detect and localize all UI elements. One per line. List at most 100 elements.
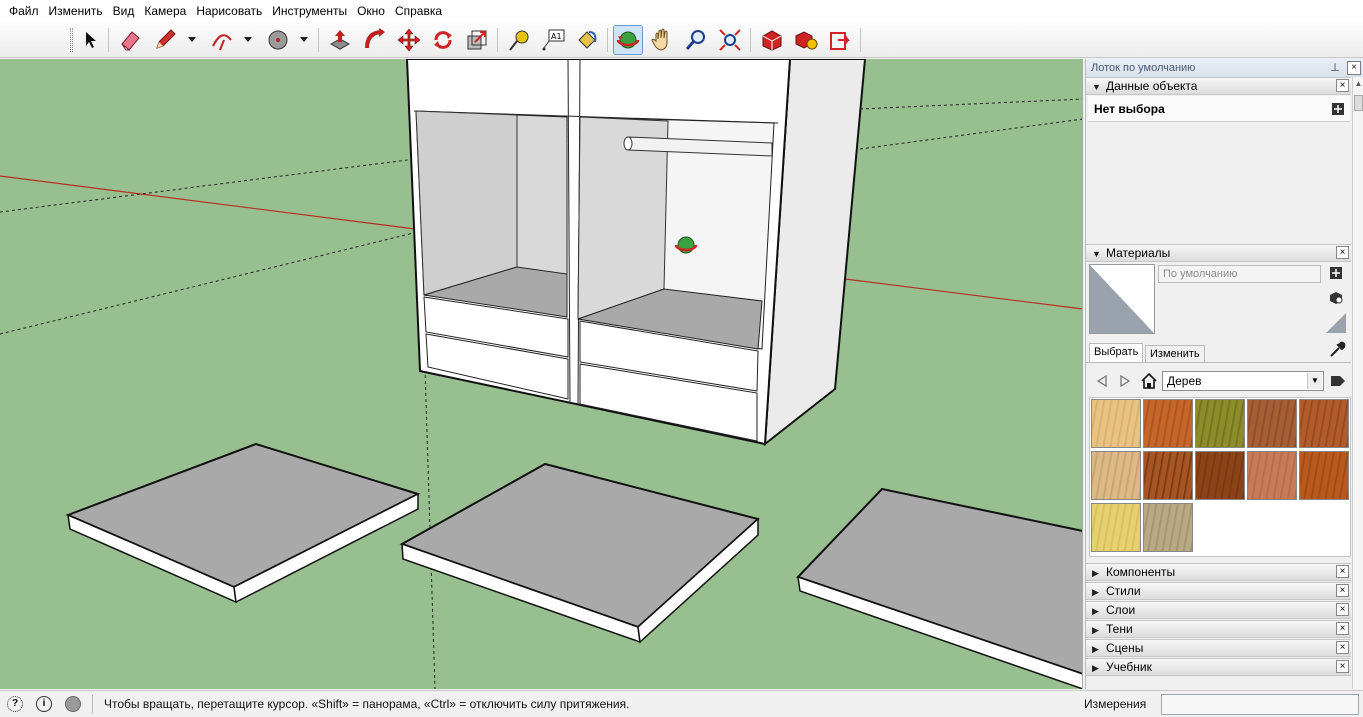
geolocation-icon[interactable]: ? [7,696,23,712]
menu-file[interactable]: Файл [4,0,44,22]
shape-tool-button[interactable] [263,25,293,55]
material-swatch[interactable] [1299,399,1349,448]
material-library-select[interactable]: Дерев ▼ [1162,371,1324,391]
components-button[interactable] [791,25,821,55]
loose-panel[interactable] [399,462,761,644]
materials-header[interactable]: ▼ Материалы × [1086,244,1351,262]
follow-me-tool-button[interactable] [360,25,390,55]
details-toggle-icon[interactable] [1330,101,1346,117]
material-swatch[interactable] [1143,451,1193,500]
toolbar-separator [108,28,109,52]
menu-window[interactable]: Окно [352,0,390,22]
send-to-layout-button[interactable] [825,25,855,55]
material-swatch[interactable] [1195,451,1245,500]
tray-close-button[interactable]: × [1347,61,1361,75]
tab-edit[interactable]: Изменить [1145,345,1205,363]
menu-tools[interactable]: Инструменты [267,0,352,22]
create-material-icon[interactable] [1328,265,1344,281]
panel-header-collapsed[interactable]: ▶ Тени × [1086,620,1351,638]
rotate-tool-button[interactable] [428,25,458,55]
arc-tool-button[interactable] [207,25,237,55]
toolbar-separator [750,28,751,52]
scale-tool-button[interactable] [462,25,492,55]
chevron-down-icon[interactable]: ▼ [1307,373,1322,389]
menu-edit[interactable]: Изменить [44,0,108,22]
green-axis-dashed [0,158,416,213]
close-icon[interactable]: × [1336,603,1349,616]
pencil-tool-button[interactable] [150,25,180,55]
status-hint: Чтобы вращать, перетащите курсор. «Shift… [104,697,630,711]
select-tool-button[interactable] [75,25,105,55]
material-preview [1089,264,1155,334]
eraser-tool-button[interactable] [115,25,145,55]
menu-draw[interactable]: Нарисовать [191,0,267,22]
home-icon[interactable] [1140,372,1158,390]
orbit-tool-button[interactable] [613,25,643,55]
tab-select[interactable]: Выбрать [1089,343,1144,363]
chevron-down-icon[interactable] [187,34,197,44]
loose-panel[interactable] [796,487,1083,689]
material-swatch[interactable] [1091,399,1141,448]
text-tool-button[interactable]: A1 [538,25,568,55]
close-icon[interactable]: × [1336,584,1349,597]
zoom-tool-button[interactable] [681,25,711,55]
close-icon[interactable]: × [1336,622,1349,635]
forward-arrow-icon[interactable] [1117,373,1133,389]
material-swatch[interactable] [1143,399,1193,448]
scroll-up-icon[interactable]: ▲ [1354,79,1363,91]
panel-header-collapsed[interactable]: ▶ Компоненты × [1086,563,1351,581]
orbit-icon [616,31,640,49]
drawing-viewport[interactable] [0,59,1083,689]
arc-icon [212,34,232,51]
back-arrow-icon[interactable] [1094,373,1110,389]
paint-sample-icon[interactable] [1328,289,1344,305]
close-icon[interactable]: × [1336,79,1349,92]
3d-warehouse-button[interactable] [757,25,787,55]
panel-header-collapsed[interactable]: ▶ Учебник × [1086,658,1351,676]
user-icon[interactable] [65,696,81,712]
move-tool-button[interactable] [394,25,424,55]
entity-info-header[interactable]: ▼ Данные объекта × [1086,77,1351,95]
material-swatch[interactable] [1247,451,1297,500]
close-icon[interactable]: × [1336,565,1349,578]
default-tray: Лоток по умолчанию ⊥ × ▼ Данные объекта ×… [1085,59,1363,689]
material-swatch[interactable] [1247,399,1297,448]
close-icon[interactable]: × [1336,660,1349,673]
material-swatch[interactable] [1091,503,1141,552]
close-icon[interactable]: × [1336,246,1349,259]
pin-icon[interactable]: ⊥ [1329,61,1341,75]
chevron-down-icon[interactable] [243,34,253,44]
material-swatch[interactable] [1091,451,1141,500]
model-scene[interactable] [0,59,1083,689]
panel-header-collapsed[interactable]: ▶ Сцены × [1086,639,1351,657]
eyedropper-icon[interactable] [1328,341,1346,359]
toolbar-grip[interactable] [70,28,73,52]
red-axis-line [0,175,416,230]
scale-icon [467,30,487,50]
pan-tool-button[interactable] [647,25,677,55]
scroll-thumb[interactable] [1354,95,1363,111]
info-icon[interactable]: i [36,696,52,712]
paint-bucket-tool-button[interactable] [572,25,602,55]
material-swatch[interactable] [1299,451,1349,500]
tape-measure-tool-button[interactable] [504,25,534,55]
material-name-field[interactable]: По умолчанию [1158,265,1321,283]
menu-help[interactable]: Справка [390,0,447,22]
push-pull-tool-button[interactable] [325,25,355,55]
material-swatch[interactable] [1143,503,1193,552]
menu-camera[interactable]: Камера [139,0,191,22]
panel-title: Сцены [1106,641,1144,655]
tray-scrollbar[interactable]: ▲ [1352,77,1363,689]
panel-header-collapsed[interactable]: ▶ Стили × [1086,582,1351,600]
menu-view[interactable]: Вид [108,0,140,22]
loose-panel[interactable] [65,442,421,604]
measurements-input[interactable] [1161,694,1359,715]
chevron-down-icon[interactable] [299,34,309,44]
close-icon[interactable]: × [1336,641,1349,654]
default-material-icon[interactable] [1326,313,1346,333]
zoom-extents-tool-button[interactable] [715,25,745,55]
details-arrow-icon[interactable] [1330,373,1346,389]
panel-header-collapsed[interactable]: ▶ Слои × [1086,601,1351,619]
material-swatch[interactable] [1195,399,1245,448]
entity-info-content: Нет выбора [1088,96,1350,122]
